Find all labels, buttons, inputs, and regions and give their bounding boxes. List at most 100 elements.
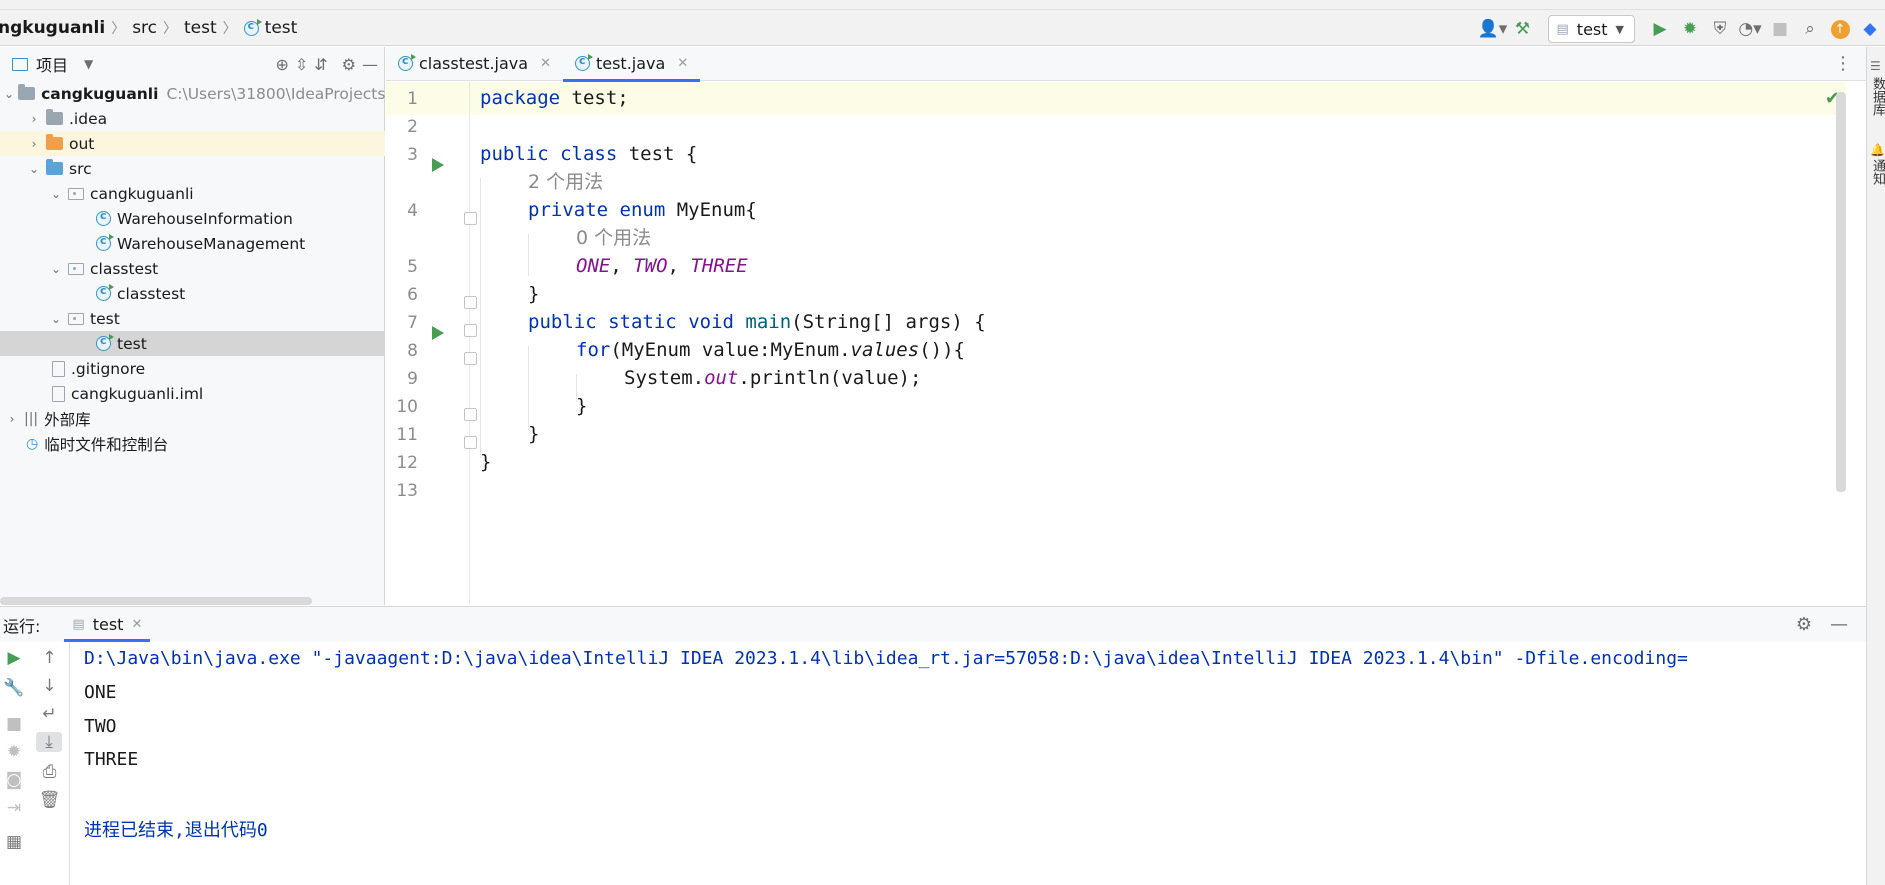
module-file-icon bbox=[52, 385, 65, 402]
database-icon[interactable]: ☰ bbox=[1870, 59, 1881, 73]
tab-label: test.java bbox=[595, 54, 666, 73]
chevron-right-icon[interactable]: › bbox=[26, 112, 42, 126]
tree-item-out[interactable]: › out bbox=[0, 131, 385, 156]
stop-icon[interactable]: ■ bbox=[0, 714, 28, 734]
chevron-down-icon[interactable]: ⌄ bbox=[26, 162, 42, 176]
tree-item-external-libraries[interactable]: › ||| 外部库 bbox=[0, 406, 385, 431]
code-line-9: System.out.println(value); bbox=[624, 367, 922, 389]
chevron-down-icon[interactable]: ⌄ bbox=[48, 187, 64, 201]
tree-item-label: src bbox=[69, 159, 92, 178]
minimize-icon[interactable]: — bbox=[1830, 614, 1848, 635]
run-gutter-icon[interactable] bbox=[432, 326, 444, 340]
tab-test-java[interactable]: test.java ✕ bbox=[562, 47, 701, 82]
notifications-tool-label[interactable]: 通知 bbox=[1868, 159, 1885, 185]
build-hammer-icon[interactable]: ⚒ bbox=[1508, 14, 1538, 44]
fold-icon[interactable] bbox=[464, 436, 477, 449]
chevron-down-icon: ▼ bbox=[1615, 22, 1624, 36]
soft-wrap-icon[interactable]: ↵ bbox=[30, 704, 69, 724]
breadcrumb-src[interactable]: src bbox=[132, 18, 157, 38]
chevron-down-icon[interactable]: ⌄ bbox=[48, 262, 64, 276]
console-output[interactable]: D:\Java\bin\java.exe "-javaagent:D:\java… bbox=[84, 642, 1864, 885]
tree-item-class-test[interactable]: test bbox=[0, 331, 385, 356]
bell-icon[interactable]: 🔔 bbox=[1870, 143, 1885, 157]
close-icon[interactable]: ✕ bbox=[131, 617, 142, 632]
tree-item-label: cangkuguanli.iml bbox=[71, 384, 204, 403]
tree-item-class-warehouseinformation[interactable]: WarehouseInformation bbox=[0, 206, 385, 231]
more-options-icon[interactable]: ⋮ bbox=[1834, 53, 1852, 74]
exit-icon[interactable]: ⇥ bbox=[0, 798, 28, 818]
rerun-icon[interactable]: ▶ bbox=[0, 648, 28, 668]
tree-item-class-warehousemanagement[interactable]: WarehouseManagement bbox=[0, 231, 385, 256]
tab-classtest-java[interactable]: classtest.java ✕ bbox=[386, 47, 563, 81]
close-icon[interactable]: ✕ bbox=[677, 56, 688, 71]
profile-icon[interactable]: ◔▾ bbox=[1735, 14, 1765, 44]
code-editor[interactable]: 1 2 3 4 5 6 7 8 9 10 11 12 13 package te… bbox=[386, 82, 1846, 604]
tree-item-class-classtest[interactable]: classtest bbox=[0, 281, 385, 306]
debug-icon[interactable]: ✹ bbox=[1675, 14, 1705, 44]
run-configuration-dropdown[interactable]: ▤ test ▼ bbox=[1547, 15, 1635, 43]
tree-item-label: classtest bbox=[117, 284, 186, 303]
arrow-down-icon[interactable]: ↓ bbox=[30, 676, 69, 696]
run-gutter-icon[interactable] bbox=[432, 158, 444, 172]
search-icon[interactable]: ⌕ bbox=[1795, 14, 1825, 44]
layout-icon[interactable]: ▦ bbox=[0, 832, 28, 852]
indent-guide bbox=[528, 234, 529, 276]
code-line-1: package test; bbox=[480, 87, 629, 109]
fold-icon[interactable] bbox=[464, 324, 477, 337]
chevron-down-icon[interactable]: ⌄ bbox=[4, 87, 14, 101]
chevron-down-icon[interactable]: ⌄ bbox=[48, 312, 64, 326]
tree-item-scratches[interactable]: ◷ 临时文件和控制台 bbox=[0, 431, 385, 456]
chevron-down-icon[interactable]: ▼ bbox=[84, 57, 93, 71]
chevron-right-icon[interactable]: › bbox=[4, 412, 20, 426]
tree-item-idea[interactable]: › .idea bbox=[0, 106, 385, 131]
chevron-right-icon[interactable]: › bbox=[26, 137, 42, 151]
stop-icon[interactable]: ■ bbox=[1765, 14, 1795, 44]
print-icon[interactable]: ⎙ bbox=[30, 762, 69, 782]
tree-item-src[interactable]: ⌄ src bbox=[0, 156, 385, 181]
user-icon[interactable]: 👤▾ bbox=[1478, 14, 1508, 44]
fold-icon[interactable] bbox=[464, 352, 477, 365]
close-icon[interactable]: ✕ bbox=[540, 56, 551, 71]
tree-item-label: .gitignore bbox=[71, 359, 146, 378]
tree-item-package-test[interactable]: ⌄ test bbox=[0, 306, 385, 331]
horizontal-scrollbar[interactable] bbox=[0, 597, 312, 605]
arrow-up-icon[interactable]: ↑ bbox=[30, 648, 69, 668]
gear-icon[interactable]: ⚙ bbox=[342, 55, 356, 74]
fold-icon[interactable] bbox=[464, 212, 477, 225]
excluded-folder-icon bbox=[46, 134, 63, 150]
breadcrumb-file[interactable]: test bbox=[265, 18, 298, 38]
tree-item-label: 外部库 bbox=[44, 410, 91, 429]
coverage-icon[interactable]: ⛨ bbox=[1705, 14, 1735, 44]
wrench-icon[interactable]: 🔧 bbox=[0, 678, 28, 698]
gear-icon[interactable]: ⚙ bbox=[1796, 614, 1812, 635]
tree-item-iml[interactable]: cangkuguanli.iml bbox=[0, 381, 385, 406]
breadcrumb-test-package[interactable]: test bbox=[184, 18, 217, 38]
tree-item-package-classtest[interactable]: ⌄ classtest bbox=[0, 256, 385, 281]
run-panel-title: 运行: bbox=[3, 616, 41, 636]
expand-all-icon[interactable]: ⇳ bbox=[295, 55, 308, 74]
collapse-all-icon[interactable]: ⇵ bbox=[314, 55, 327, 74]
database-tool-label[interactable]: 数据库 bbox=[1868, 77, 1885, 116]
line-number: 5 bbox=[407, 257, 418, 277]
camera-icon[interactable]: ◙ bbox=[0, 770, 28, 790]
fold-icon[interactable] bbox=[464, 296, 477, 309]
scroll-to-end-icon[interactable]: ⤓ bbox=[36, 732, 62, 752]
project-panel-title[interactable]: 项目 bbox=[36, 52, 68, 76]
tab-run-test[interactable]: ▤ test ✕ bbox=[64, 607, 151, 642]
update-icon[interactable]: ↑ bbox=[1825, 14, 1855, 44]
vertical-scrollbar[interactable] bbox=[1836, 92, 1846, 492]
debug-icon[interactable]: ✹ bbox=[0, 742, 28, 762]
ide-logo-icon[interactable]: ◆ bbox=[1855, 14, 1885, 44]
breadcrumb-project[interactable]: ngkuguanli bbox=[0, 18, 105, 38]
tree-item-gitignore[interactable]: .gitignore bbox=[0, 356, 385, 381]
run-config-file-icon: ▤ bbox=[1556, 21, 1569, 37]
fold-icon[interactable] bbox=[464, 408, 477, 421]
tree-item-package-cangkuguanli[interactable]: ⌄ cangkuguanli bbox=[0, 181, 385, 206]
run-icon[interactable]: ▶ bbox=[1645, 14, 1675, 44]
trash-icon[interactable]: 🗑 bbox=[30, 790, 69, 810]
console-line: TWO bbox=[84, 716, 117, 737]
locate-icon[interactable]: ⊕ bbox=[275, 55, 288, 74]
console-line: ONE bbox=[84, 682, 117, 703]
tree-item-root[interactable]: ⌄ cangkuguanli C:\Users\31800\IdeaProjec… bbox=[0, 81, 385, 106]
minimize-icon[interactable]: — bbox=[362, 55, 378, 74]
